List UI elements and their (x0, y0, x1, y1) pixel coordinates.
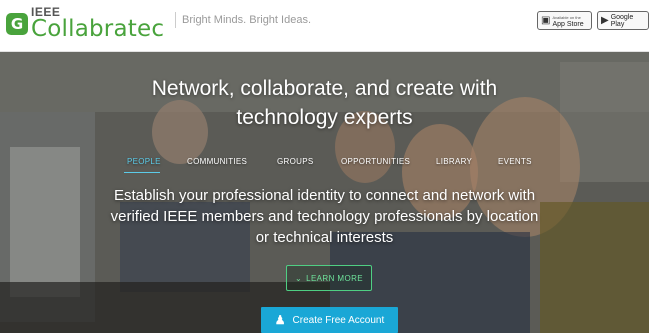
tab-events[interactable]: EVENTS (498, 157, 532, 166)
description-line-2: verified IEEE members and technology pro… (110, 208, 539, 225)
tab-groups[interactable]: GROUPS (277, 157, 313, 166)
tab-opportunities[interactable]: OPPORTUNITIES (341, 157, 410, 166)
app-store-button[interactable]: ▣ Available on the App Store (537, 11, 592, 30)
create-account-label: Create Free Account (292, 314, 385, 326)
description-line-3: or technical interests (255, 229, 394, 246)
active-tab-underline (124, 172, 160, 173)
tab-communities[interactable]: COMMUNITIES (187, 157, 247, 166)
learn-more-button[interactable]: ⌄ LEARN MORE (286, 265, 372, 291)
play-icon: ▶ (601, 15, 609, 26)
description-line-1: Establish your professional identity to … (113, 187, 536, 204)
top-header: G IEEE Collabratec Bright Minds. Bright … (0, 0, 649, 52)
hero-headline: Network, collaborate, and create with te… (0, 74, 649, 132)
tab-people[interactable]: PEOPLE (127, 157, 161, 166)
headline-line-1: Network, collaborate, and create with (151, 77, 498, 100)
ieee-collabratec-logo[interactable]: G IEEE Collabratec (6, 5, 176, 45)
headline-line-2: technology experts (236, 106, 413, 129)
google-play-button[interactable]: ▶ Google Play (597, 11, 649, 30)
learn-more-label: LEARN MORE (306, 273, 363, 283)
hero-description: Establish your professional identity to … (0, 185, 649, 248)
tab-library[interactable]: LIBRARY (436, 157, 472, 166)
tagline: Bright Minds. Bright Ideas. (175, 12, 311, 28)
create-free-account-button[interactable]: ♟ Create Free Account (261, 307, 398, 333)
hero-banner: Network, collaborate, and create with te… (0, 52, 649, 333)
google-play-label: Google Play (610, 13, 634, 28)
person-icon: ♟ (274, 313, 286, 327)
app-store-label: App Store (552, 20, 584, 28)
chevron-down-icon: ⌄ (294, 273, 303, 283)
apple-icon: ▣ (541, 15, 551, 26)
app-store-small-label: Available on the (552, 14, 581, 20)
logo-collabratec-text: Collabratec (31, 16, 165, 42)
collabratec-g-icon: G (6, 13, 28, 35)
